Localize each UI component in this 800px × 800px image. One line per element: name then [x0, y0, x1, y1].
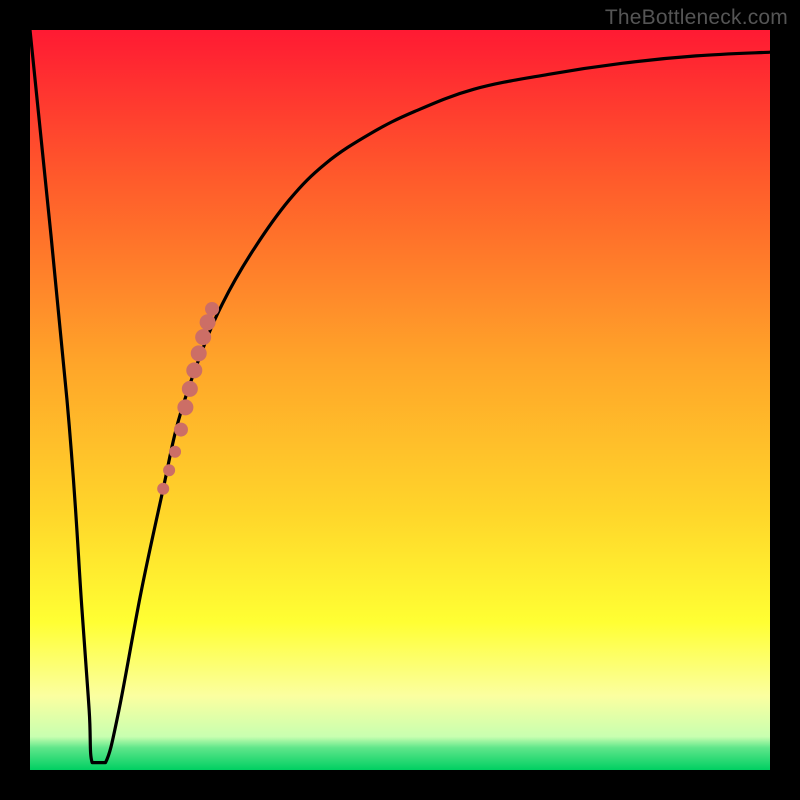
marker-point	[182, 381, 198, 397]
plot-area	[30, 30, 770, 770]
marker-point	[195, 329, 211, 345]
marker-point	[191, 345, 207, 361]
watermark: TheBottleneck.com	[605, 6, 788, 30]
chart-svg	[30, 30, 770, 770]
marker-point	[174, 423, 188, 437]
marker-point	[157, 483, 169, 495]
marker-point	[169, 446, 181, 458]
chart-frame: TheBottleneck.com	[0, 0, 800, 800]
marker-point	[186, 362, 202, 378]
marker-point	[200, 314, 216, 330]
marker-point	[177, 399, 193, 415]
gradient-background	[30, 30, 770, 770]
marker-point	[163, 464, 175, 476]
marker-point	[205, 302, 219, 316]
